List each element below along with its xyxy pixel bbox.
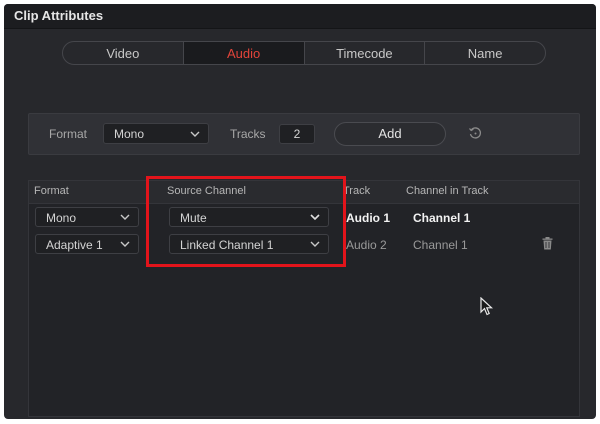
- tab-audio[interactable]: Audio: [183, 42, 305, 64]
- format-label: Format: [49, 127, 88, 141]
- row-2-channel-in-track: Channel 1: [413, 238, 468, 252]
- row-1-track: Audio 1: [346, 211, 390, 225]
- format-dropdown[interactable]: Mono: [103, 123, 209, 144]
- mouse-cursor-icon: [480, 296, 494, 322]
- chevron-down-icon: [119, 208, 131, 229]
- row-2-format-dropdown[interactable]: Adaptive 1: [35, 234, 139, 254]
- source-channel-highlight-box: [146, 176, 346, 267]
- tracks-label: Tracks: [230, 127, 266, 141]
- row-1-format-dropdown[interactable]: Mono: [35, 207, 139, 227]
- tab-bar: Video Audio Timecode Name: [62, 41, 546, 65]
- add-track-bar: Format Mono Tracks 2 Add: [28, 113, 580, 155]
- reset-icon[interactable]: [467, 125, 483, 146]
- row-1-channel-in-track: Channel 1: [413, 211, 471, 225]
- trash-icon[interactable]: [542, 237, 553, 255]
- header-format: Format: [34, 185, 69, 197]
- header-track: Track: [343, 185, 371, 197]
- header-channel-in-track: Channel in Track: [406, 185, 489, 197]
- chevron-down-icon: [119, 235, 131, 256]
- window-title: Clip Attributes: [14, 8, 104, 23]
- add-button[interactable]: Add: [334, 122, 446, 146]
- tab-video[interactable]: Video: [63, 42, 184, 64]
- chevron-down-icon: [189, 124, 201, 146]
- row-2-track: Audio 2: [346, 238, 387, 252]
- tracks-input[interactable]: 2: [279, 124, 315, 144]
- format-dropdown-value: Mono: [114, 127, 145, 141]
- tab-name[interactable]: Name: [425, 42, 545, 64]
- title-bar: Clip Attributes: [4, 4, 596, 29]
- tab-timecode[interactable]: Timecode: [305, 42, 426, 64]
- row-2-format-value: Adaptive 1: [46, 238, 103, 252]
- row-1-format-value: Mono: [46, 211, 77, 225]
